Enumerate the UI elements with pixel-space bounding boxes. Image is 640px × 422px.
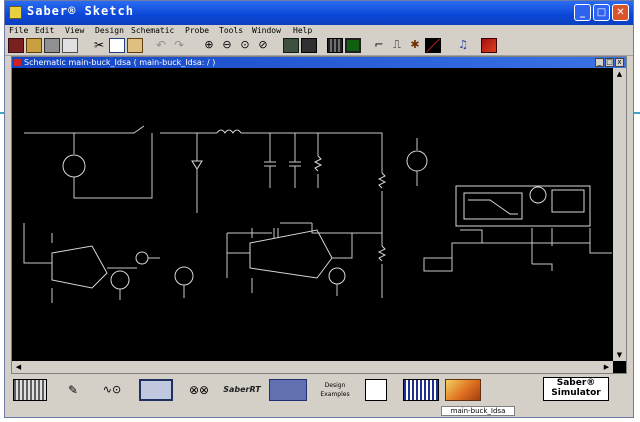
display-icon[interactable] <box>345 38 361 53</box>
documents-icon[interactable] <box>365 379 387 401</box>
saber-app-icon <box>9 6 22 19</box>
zoom-out-icon[interactable]: ⊖ <box>219 38 235 53</box>
open-icon[interactable] <box>26 38 42 53</box>
waveform-icon[interactable]: ∿⊙ <box>93 379 131 401</box>
menu-window[interactable]: Window <box>252 25 281 37</box>
schematic-canvas[interactable] <box>12 68 613 361</box>
design-examples-button[interactable]: Design Examples <box>315 379 355 401</box>
scroll-right-arrow[interactable]: ▶ <box>601 362 612 372</box>
schematic-minimize-button[interactable]: _ <box>595 58 604 67</box>
design-label: Design <box>324 382 346 389</box>
cut-icon[interactable]: ✂ <box>91 38 107 53</box>
print-icon[interactable] <box>62 38 78 53</box>
menu-design[interactable]: Design <box>95 25 124 37</box>
measure-icon[interactable] <box>425 38 441 53</box>
menu-view[interactable]: View <box>65 25 84 37</box>
menu-file[interactable]: File <box>9 25 28 37</box>
bottom-toolbar: ✎ ∿⊙ ⊗⊗ SaberRT Design Examples <box>5 375 633 405</box>
menu-probe[interactable]: Probe <box>185 25 209 37</box>
title-bar[interactable]: Saber® Sketch _ □ ✕ <box>5 1 633 25</box>
matlab-icon[interactable] <box>445 379 481 401</box>
paste-icon[interactable] <box>127 38 143 53</box>
schematic-maximize-button[interactable]: □ <box>605 58 614 67</box>
maximize-button[interactable]: □ <box>593 4 610 21</box>
schematic-title: Schematic main-buck_Idsa ( main-buck_Ids… <box>24 58 216 67</box>
saber-badge-title: Saber® <box>556 378 596 388</box>
saber-simulator-badge[interactable]: Saber® Simulator <box>543 377 609 401</box>
examples-label: Examples <box>320 391 350 398</box>
zoom-fit-icon[interactable]: ⊙ <box>237 38 253 53</box>
wire-icon[interactable]: ⌐ <box>371 38 387 53</box>
buck-converter-circuit <box>23 125 612 303</box>
vertical-scrollbar[interactable]: ▲ ▼ <box>613 68 626 361</box>
minimize-button[interactable]: _ <box>574 4 591 21</box>
model-icon[interactable] <box>269 379 307 401</box>
menu-help[interactable]: Help <box>293 25 312 37</box>
save-icon[interactable] <box>44 38 60 53</box>
probe-icon[interactable]: ✱ <box>407 38 423 53</box>
keyboard-icon[interactable] <box>13 379 47 401</box>
close-button[interactable]: ✕ <box>612 4 629 21</box>
simulate-icon[interactable] <box>301 38 317 53</box>
pencil-icon[interactable]: ✎ <box>57 379 89 401</box>
report-icon[interactable] <box>403 379 439 401</box>
menu-edit[interactable]: Edit <box>35 25 54 37</box>
redo-icon[interactable]: ↷ <box>171 38 187 53</box>
schematic-title-bar[interactable]: Schematic main-buck_Idsa ( main-buck_Ids… <box>12 57 626 68</box>
grid-icon[interactable] <box>327 38 343 53</box>
new-icon[interactable] <box>8 38 24 53</box>
scroll-down-arrow[interactable]: ▼ <box>614 350 625 360</box>
schematic-close-button[interactable]: x <box>615 58 624 67</box>
undo-icon[interactable]: ↶ <box>153 38 169 53</box>
scope-icon[interactable] <box>139 379 173 401</box>
saber-badge-subtitle: Simulator <box>551 388 601 398</box>
menu-bar: File Edit View Design Schematic Probe To… <box>5 25 633 37</box>
scroll-left-arrow[interactable]: ◀ <box>13 362 24 372</box>
schematic-window: Schematic main-buck_Idsa ( main-buck_Ids… <box>11 56 627 374</box>
scroll-up-arrow[interactable]: ▲ <box>614 69 625 79</box>
status-bar: main-buck_Idsa <box>5 405 633 417</box>
stop-icon[interactable] <box>481 38 497 53</box>
run-icon[interactable]: ♫ <box>455 38 471 53</box>
status-design-name: main-buck_Idsa <box>441 406 515 416</box>
schematic-window-icon <box>14 59 21 66</box>
app-window: Saber® Sketch _ □ ✕ File Edit View Desig… <box>4 0 634 418</box>
netlist-icon[interactable] <box>283 38 299 53</box>
window-title: Saber® Sketch <box>27 4 134 18</box>
menu-schematic[interactable]: Schematic <box>131 25 174 37</box>
step-icon[interactable]: ⎍ <box>389 38 405 53</box>
main-toolbar: ✂ ↶ ↷ ⊕ ⊖ ⊙ ⊘ ⌐ ⎍ ✱ ♫ <box>5 37 633 56</box>
saber-rt-button[interactable]: SaberRT <box>221 379 263 401</box>
horizontal-scrollbar[interactable]: ◀ ▶ <box>12 361 613 373</box>
parts-icon[interactable]: ⊗⊗ <box>181 379 217 401</box>
zoom-in-icon[interactable]: ⊕ <box>201 38 217 53</box>
menu-tools[interactable]: Tools <box>219 25 243 37</box>
zoom-area-icon[interactable]: ⊘ <box>255 38 271 53</box>
copy-icon[interactable] <box>109 38 125 53</box>
